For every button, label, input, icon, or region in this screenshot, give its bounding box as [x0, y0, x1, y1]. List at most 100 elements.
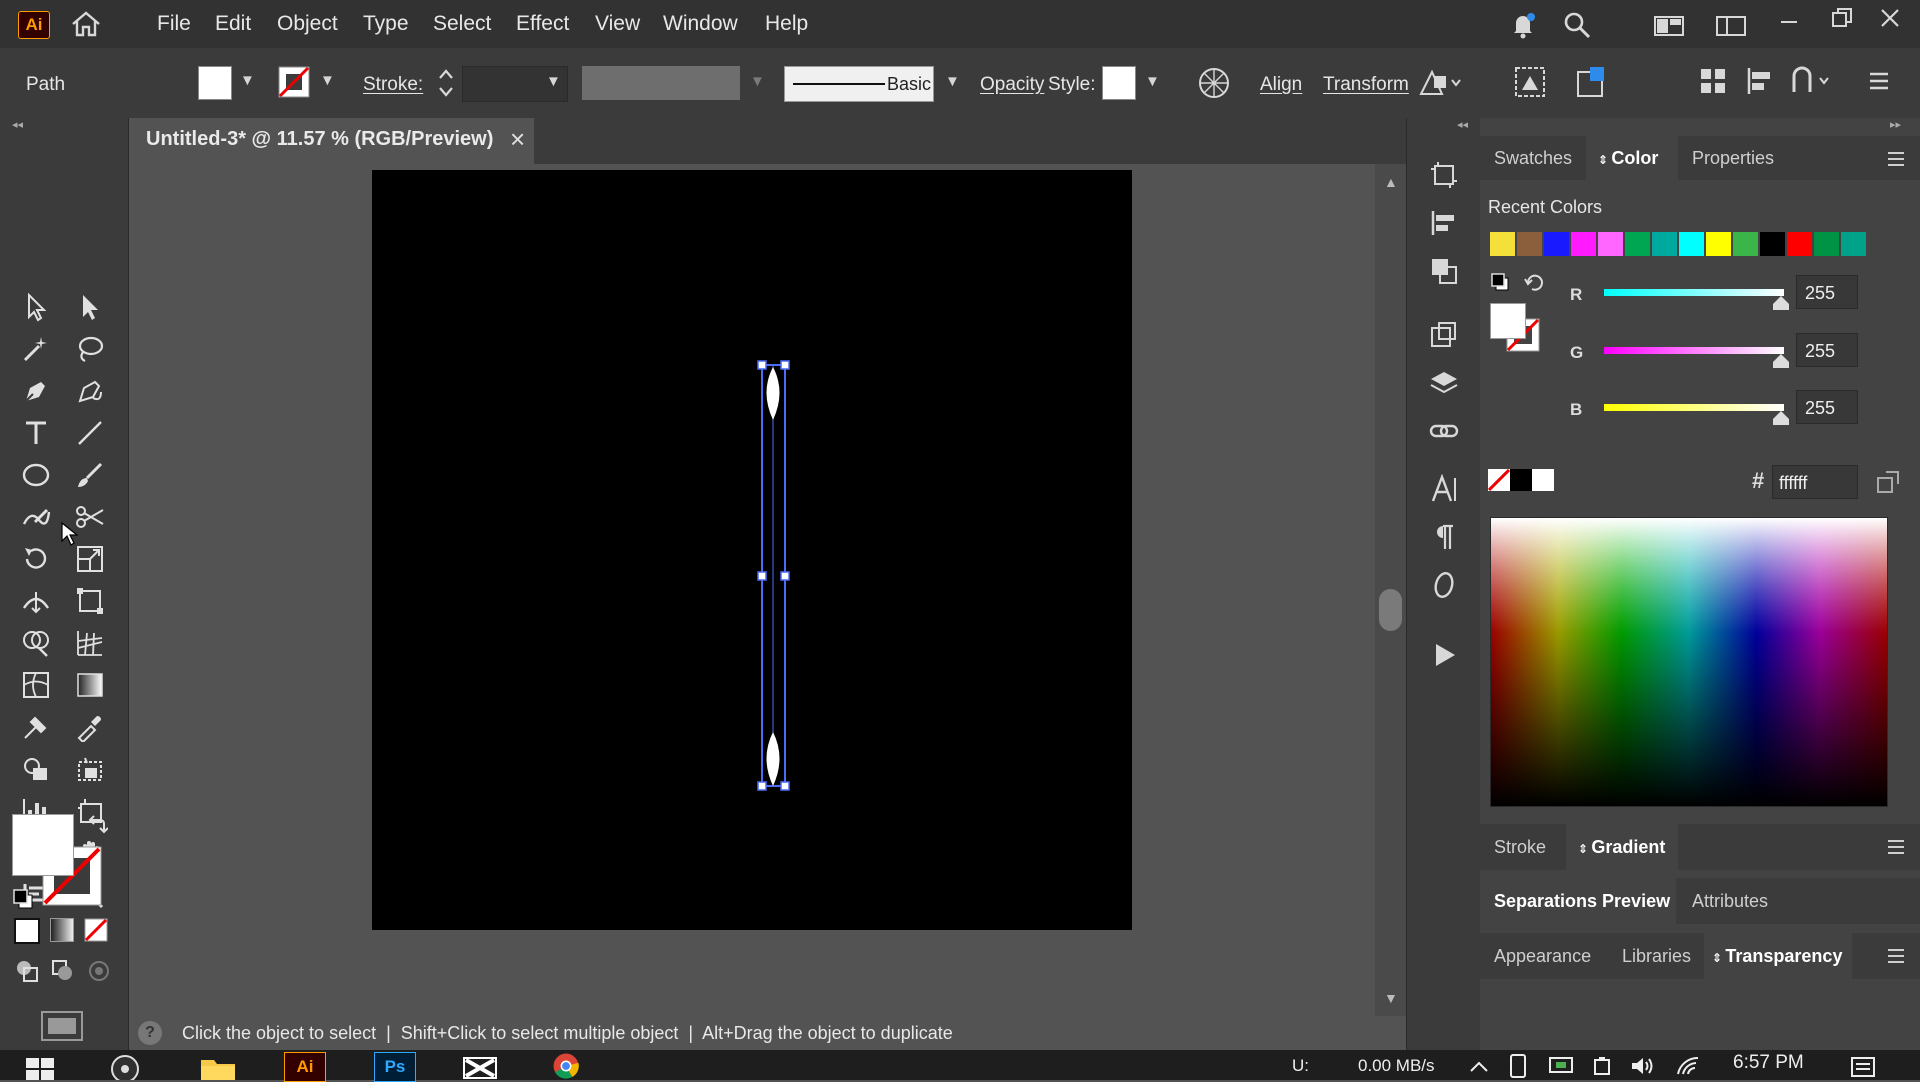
stroke-weight-chevron-icon[interactable]: ▼ [546, 73, 561, 90]
color-panel-menu-icon[interactable] [1886, 150, 1906, 168]
type-tool-icon[interactable] [16, 414, 56, 452]
control-bar-menu-icon[interactable] [1866, 68, 1892, 94]
tab-appearance[interactable]: Appearance [1494, 946, 1591, 967]
align-link[interactable]: Align [1260, 74, 1302, 96]
restore-window-icon[interactable] [1830, 6, 1854, 30]
isolation-mode-icon[interactable] [1574, 64, 1610, 100]
color-panel-options-icon[interactable] [1876, 470, 1900, 494]
color-panel-reset-icon[interactable] [1523, 272, 1545, 294]
opentype-panel-icon[interactable] [1429, 570, 1459, 600]
graphic-style-swatch[interactable] [1102, 66, 1136, 100]
lasso-tool-icon[interactable] [70, 330, 110, 368]
width-tool-icon[interactable] [16, 582, 56, 620]
magic-wand-tool-icon[interactable] [16, 330, 56, 368]
isolate-selected-icon[interactable] [1512, 64, 1548, 100]
help-icon[interactable]: ? [138, 1021, 162, 1045]
channel-r-thumb[interactable] [1772, 296, 1790, 310]
workspace-switcher-icon[interactable] [1654, 14, 1684, 38]
illustrator-taskbar-icon[interactable]: Ai [284, 1052, 326, 1082]
minimize-window-icon[interactable] [1778, 10, 1800, 32]
color-mode-button[interactable] [14, 918, 40, 944]
windows-start-icon[interactable] [26, 1058, 54, 1080]
tab-attributes[interactable]: Attributes [1692, 891, 1768, 912]
default-fill-stroke-icon[interactable] [12, 888, 34, 910]
fill-color-swatch[interactable] [198, 66, 232, 100]
channel-g-slider[interactable] [1604, 347, 1784, 354]
menu-edit[interactable]: Edit [215, 12, 251, 36]
battery-icon[interactable] [1592, 1056, 1614, 1076]
direct-selection-tool-icon[interactable] [70, 288, 110, 326]
gradient-tool-icon[interactable] [70, 666, 110, 704]
usb-device-icon[interactable] [1510, 1054, 1526, 1078]
tab-separations-preview[interactable]: Separations Preview [1494, 891, 1670, 912]
gradient-mode-button[interactable] [50, 918, 74, 942]
recent-color-swatch[interactable] [1787, 232, 1812, 256]
transform-link[interactable]: Transform [1323, 74, 1409, 96]
ellipse-tool-icon[interactable] [16, 456, 56, 494]
close-window-icon[interactable] [1878, 6, 1902, 30]
brush-chevron-icon[interactable]: ▼ [945, 73, 960, 90]
live-paint-selection-tool-icon[interactable] [70, 750, 110, 788]
stroke-label[interactable]: Stroke: [363, 74, 423, 96]
paragraph-panel-icon[interactable] [1429, 522, 1459, 552]
grid-arrange-icon[interactable] [1698, 66, 1728, 96]
menu-view[interactable]: View [595, 12, 640, 36]
menu-type[interactable]: Type [363, 12, 409, 36]
tab-swatches[interactable]: Swatches [1494, 148, 1572, 169]
variable-width-profile-dropdown[interactable] [582, 66, 740, 100]
photoshop-taskbar-icon[interactable]: Ps [374, 1052, 416, 1082]
selection-tool-icon[interactable] [16, 288, 56, 326]
stroke-weight-stepper-icon[interactable] [437, 66, 455, 100]
recent-color-swatch[interactable] [1760, 232, 1785, 256]
variable-width-chevron-icon[interactable]: ▼ [750, 73, 765, 90]
scale-tool-icon[interactable] [70, 540, 110, 578]
recent-color-swatch[interactable] [1625, 232, 1650, 256]
tab-gradient[interactable]: ⇕ Gradient [1578, 837, 1665, 858]
menu-object[interactable]: Object [277, 12, 338, 36]
recent-color-swatch[interactable] [1733, 232, 1758, 256]
fill-dropdown-chevron-icon[interactable]: ▼ [240, 72, 255, 89]
collapse-toolbar-icon[interactable]: ◂◂ [12, 118, 23, 131]
quick-black-swatch[interactable] [1510, 469, 1532, 491]
tab-transparency[interactable]: ⇕ Transparency [1712, 946, 1842, 967]
align-panel-icon[interactable] [1429, 208, 1459, 238]
file-explorer-icon[interactable] [200, 1056, 236, 1080]
recent-color-swatch[interactable] [1706, 232, 1731, 256]
shaper-tool-icon[interactable] [16, 498, 56, 536]
recent-color-swatch[interactable] [1517, 232, 1542, 256]
channel-b-value[interactable]: 255 [1796, 390, 1858, 424]
live-paint-bucket-tool-icon[interactable] [16, 750, 56, 788]
menu-select[interactable]: Select [433, 12, 491, 36]
graphic-style-chevron-icon[interactable]: ▼ [1145, 73, 1160, 90]
menu-window[interactable]: Window [663, 12, 738, 36]
hex-value-input[interactable]: ffffff [1772, 465, 1858, 499]
tab-color[interactable]: ⇕ Color [1598, 148, 1658, 169]
paintbrush-tool-icon[interactable] [70, 456, 110, 494]
stroke-none-swatch[interactable] [278, 66, 310, 98]
arrange-documents-icon[interactable] [1716, 14, 1746, 38]
blend-tool-icon[interactable] [16, 708, 56, 746]
recent-color-swatch[interactable] [1490, 232, 1515, 256]
brush-definition-dropdown[interactable]: Basic [784, 66, 934, 102]
draw-normal-icon[interactable] [14, 958, 40, 984]
recent-color-swatch[interactable] [1544, 232, 1569, 256]
color-panel-fill-swatch[interactable] [1490, 303, 1526, 339]
vertical-scrollbar[interactable]: ▲ ▼ [1375, 164, 1406, 1016]
recolor-artwork-icon[interactable] [1197, 66, 1231, 100]
channel-g-value[interactable]: 255 [1796, 333, 1858, 367]
channel-r-value[interactable]: 255 [1796, 275, 1858, 309]
wifi-icon[interactable] [1676, 1056, 1700, 1076]
action-center-icon[interactable] [1850, 1056, 1876, 1078]
tab-stroke[interactable]: Stroke [1494, 837, 1546, 858]
chrome-taskbar-icon[interactable] [548, 1052, 584, 1080]
collapse-panels-icon[interactable]: ◂◂ [1457, 118, 1468, 131]
tab-properties[interactable]: Properties [1692, 148, 1774, 169]
capcut-taskbar-icon[interactable] [462, 1056, 498, 1080]
channel-r-slider[interactable] [1604, 289, 1784, 296]
mesh-tool-icon[interactable] [16, 666, 56, 704]
recent-color-swatch[interactable] [1814, 232, 1839, 256]
pathfinder-panel-icon[interactable] [1429, 256, 1459, 286]
free-transform-tool-icon[interactable] [70, 582, 110, 620]
close-tab-icon[interactable]: × [510, 124, 525, 155]
opacity-label[interactable]: Opacity [980, 74, 1044, 96]
